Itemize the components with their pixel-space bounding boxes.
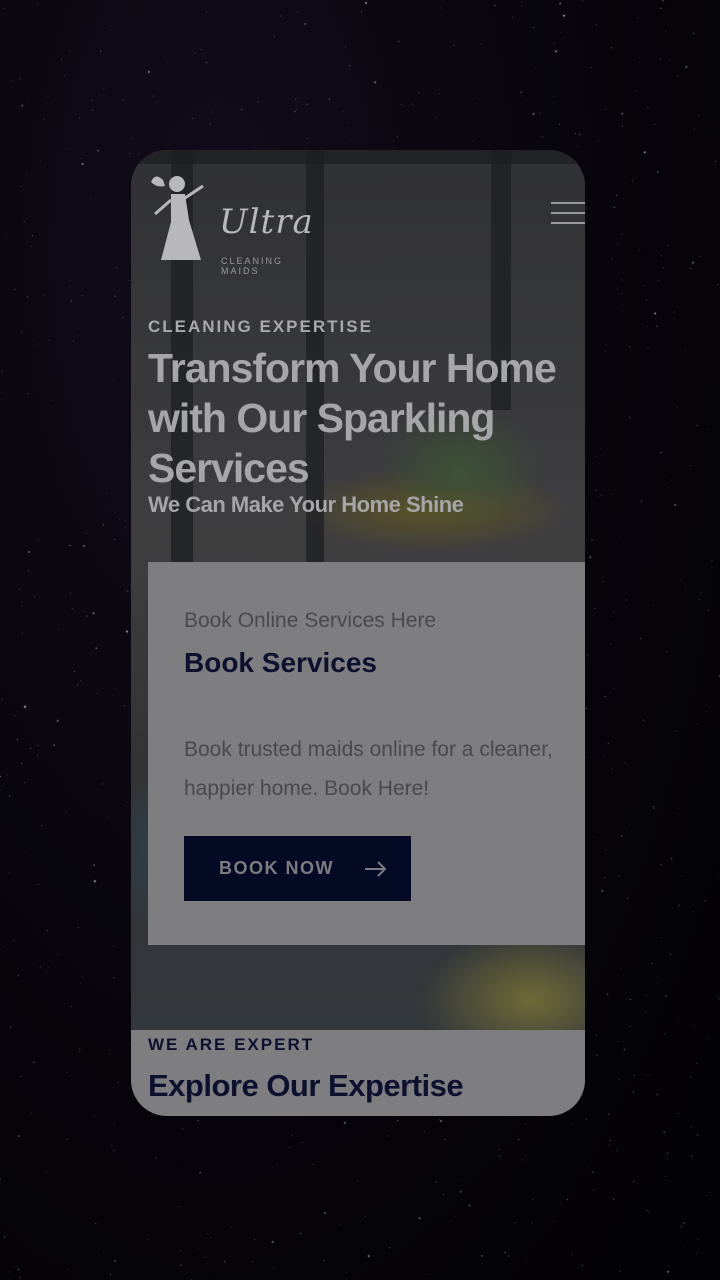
booking-card-body: Book trusted maids online for a cleaner,… [184, 738, 553, 800]
logo-tagline: CLEANING MAIDS [221, 256, 284, 276]
booking-card-eyebrow: Book Online Services Here [184, 609, 437, 632]
booking-card-title: Book Services [184, 647, 377, 678]
expertise-section: WE ARE EXPERT Explore Our Expertise [131, 1030, 585, 1116]
book-now-label: BOOK NOW [219, 858, 334, 878]
expertise-title: Explore Our Expertise [148, 1068, 464, 1103]
hero-section: Ultra CLEANING MAIDS CLEANING EXPERTISE … [131, 150, 585, 1030]
maid-silhouette-icon [151, 176, 204, 260]
brand-logo[interactable]: Ultra CLEANING MAIDS [149, 170, 313, 276]
hero-headline: Transform Your Home with Our Sparkling S… [148, 345, 557, 491]
book-now-button[interactable]: BOOK NOW [184, 836, 411, 901]
hamburger-menu-icon[interactable] [551, 202, 585, 228]
booking-card: Book Online Services Here Book Services … [148, 562, 585, 945]
hero-eyebrow: CLEANING EXPERTISE [148, 317, 373, 336]
phone-frame: Ultra CLEANING MAIDS CLEANING EXPERTISE … [131, 150, 585, 1116]
hero-subheadline: We Can Make Your Home Shine [148, 492, 464, 517]
hero-background-beam [131, 150, 585, 164]
logo-wordmark: Ultra [219, 202, 314, 242]
expertise-eyebrow: WE ARE EXPERT [148, 1035, 315, 1054]
arrow-right-icon [365, 860, 387, 877]
